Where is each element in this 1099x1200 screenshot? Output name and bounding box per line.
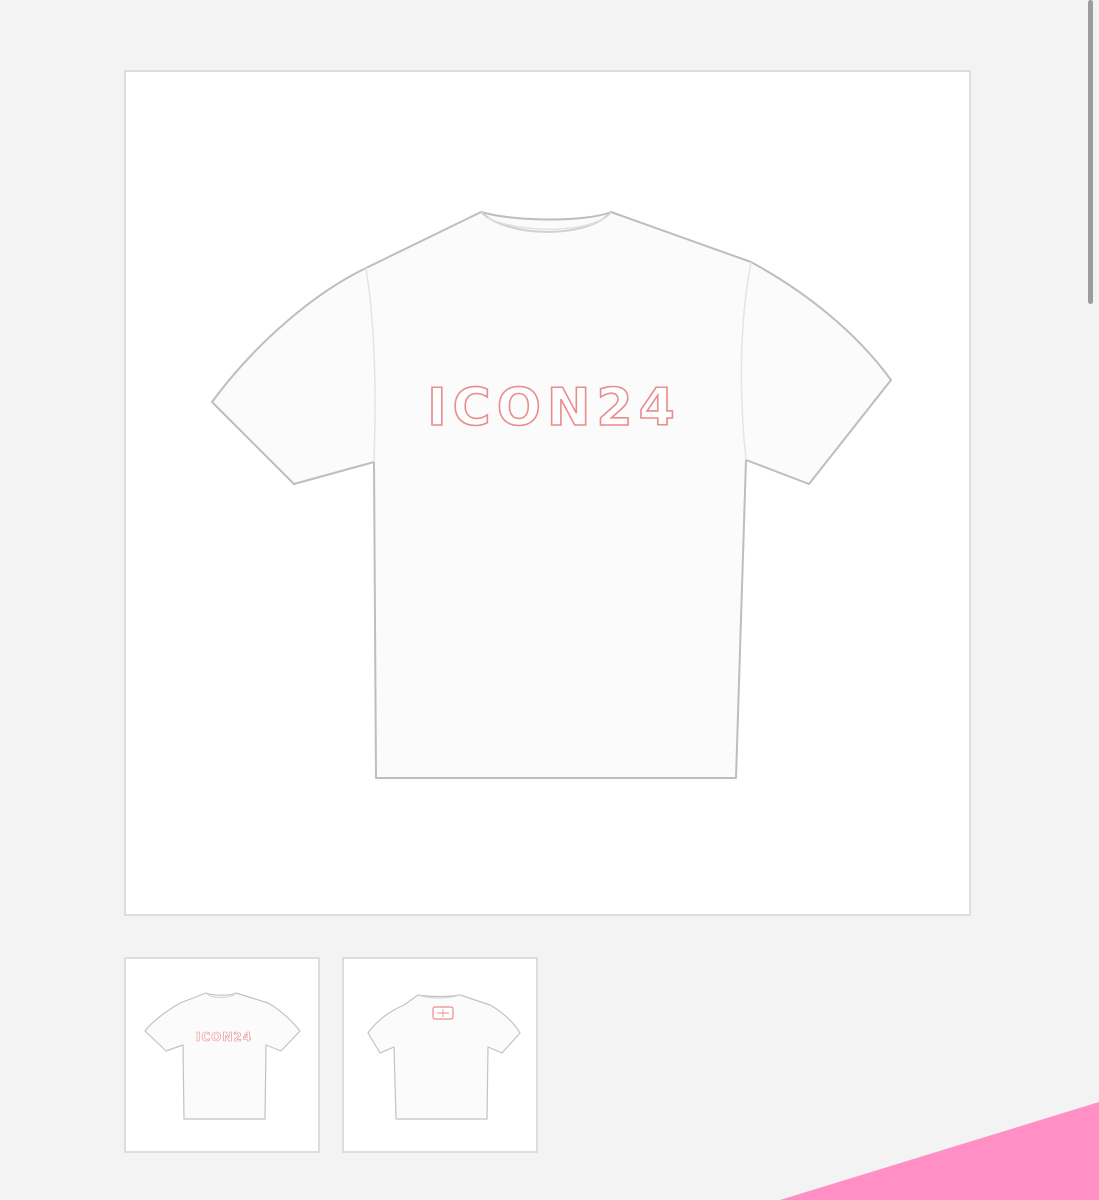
thumb-print-text: ICON24 bbox=[196, 1030, 252, 1044]
thumbnail-front[interactable]: ICON24 bbox=[124, 957, 320, 1153]
tshirt-body bbox=[211, 211, 892, 779]
thumbnail-back[interactable] bbox=[342, 957, 538, 1153]
tshirt-back-thumbnail bbox=[367, 994, 521, 1120]
tshirt-front-image: ICON24 bbox=[211, 211, 892, 779]
scrollbar-thumb[interactable] bbox=[1088, 0, 1093, 304]
main-product-image: ICON24 bbox=[124, 70, 971, 916]
scrollbar[interactable] bbox=[1083, 0, 1099, 320]
tshirt-print-text: ICON24 bbox=[427, 378, 681, 438]
thumb-tshirt-body bbox=[144, 992, 301, 1120]
tshirt-front-thumbnail: ICON24 bbox=[144, 992, 301, 1120]
